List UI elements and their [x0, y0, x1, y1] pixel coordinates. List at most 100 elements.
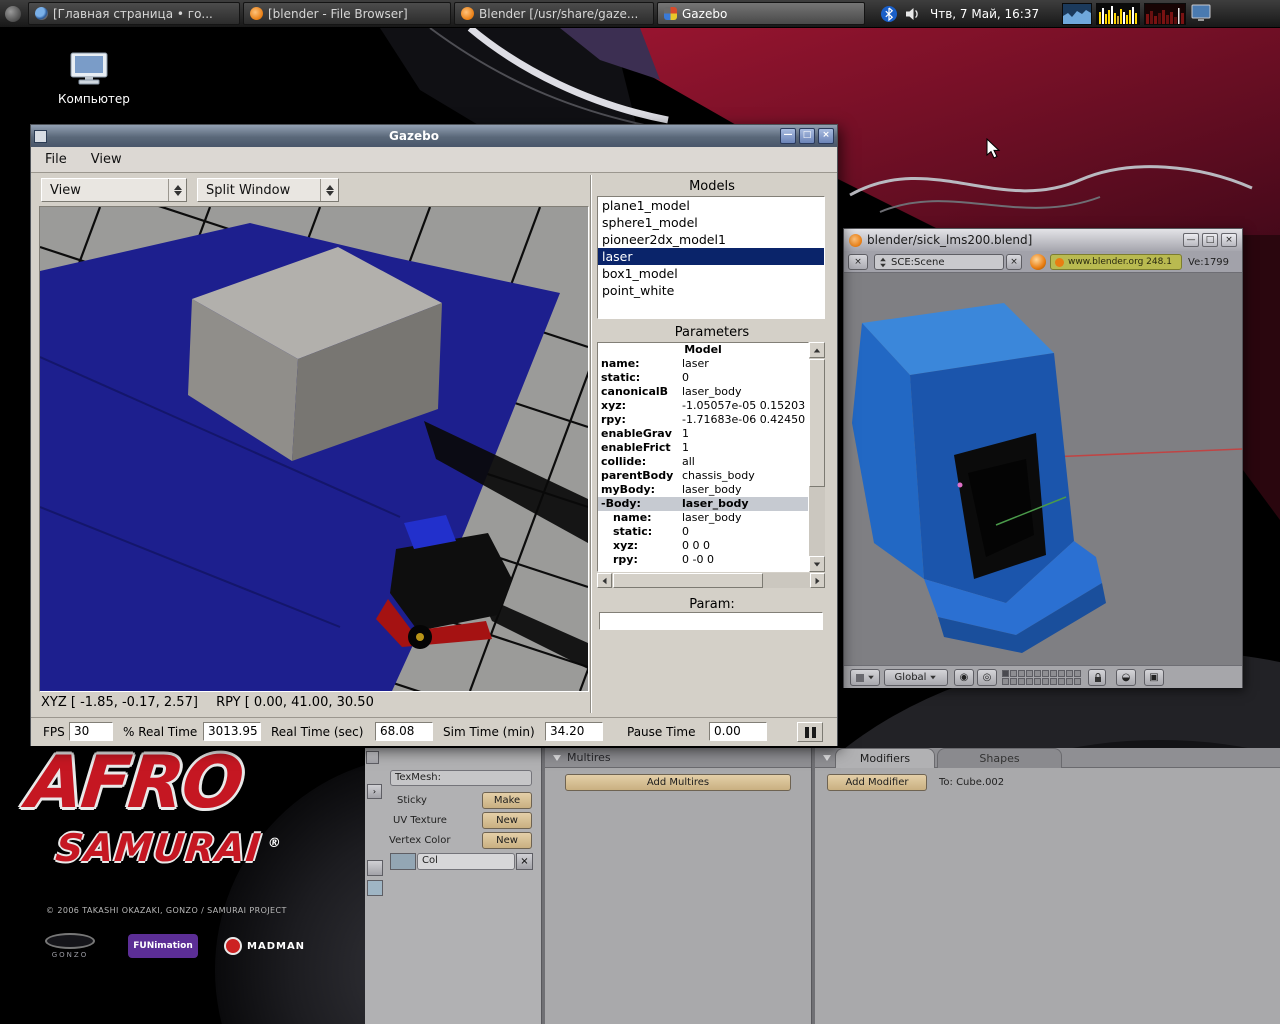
gazebo-close-button[interactable]: × [818, 128, 834, 144]
panel-collapse-icon[interactable] [553, 755, 561, 761]
gazebo-titlebar[interactable]: Gazebo — □ × [31, 125, 837, 147]
model-list-item[interactable]: plane1_model [598, 197, 824, 214]
pause-time-field[interactable]: 0.00 [709, 722, 767, 741]
computer-icon-label: Компьютер [58, 92, 120, 106]
blender-header-close-button[interactable]: × [848, 254, 868, 270]
blender-titlebar[interactable]: blender/sick_lms200.blend] — □ × [844, 229, 1242, 251]
make-sticky-button[interactable]: Make [482, 792, 532, 809]
gazebo-minimize-button[interactable]: — [780, 128, 796, 144]
cpu-graph-applet[interactable] [1062, 3, 1092, 25]
scene-delete-button[interactable]: × [1006, 254, 1022, 270]
pause-button[interactable] [797, 722, 823, 742]
scroll-down-button[interactable] [809, 556, 825, 572]
model-list-item[interactable]: point_white [598, 282, 824, 299]
param-row[interactable]: xyz:-1.05057e-05 0.15203 [598, 399, 808, 413]
applications-menu-icon[interactable] [5, 6, 21, 22]
panel-expand-button[interactable]: › [367, 784, 382, 799]
memory-graph-applet[interactable] [1144, 3, 1186, 25]
param-row[interactable]: collide:all [598, 455, 808, 469]
taskbar-button-gazebo[interactable]: Gazebo [657, 2, 865, 25]
add-modifier-button[interactable]: Add Modifier [827, 774, 927, 791]
param-row[interactable]: static:0 [598, 525, 808, 539]
param-row[interactable]: static:0 [598, 371, 808, 385]
param-row[interactable]: parentBodychassis_body [598, 469, 808, 483]
param-input[interactable] [599, 612, 823, 630]
snap-icon-button[interactable]: ◒ [1116, 669, 1136, 686]
scroll-thumb[interactable] [809, 359, 825, 487]
gazebo-maximize-button[interactable]: □ [799, 128, 815, 144]
new-vertex-color-button[interactable]: New [482, 832, 532, 849]
taskbar-button-file-browser[interactable]: [blender - File Browser] [243, 2, 451, 25]
layer-buttons[interactable] [1002, 670, 1081, 685]
scroll-thumb[interactable] [613, 573, 763, 588]
blender-info-icon [1055, 258, 1064, 267]
clock[interactable]: Чтв, 7 Май, 16:37 [930, 7, 1048, 21]
panel-tab-icon[interactable] [366, 751, 379, 764]
scene-selector[interactable]: SCE:Scene [874, 254, 1004, 270]
volume-icon[interactable] [904, 5, 922, 23]
side-tool-button-2[interactable] [367, 880, 383, 896]
texmesh-field[interactable]: TexMesh: [390, 770, 532, 786]
param-row[interactable]: rpy:0 -0 0 [598, 553, 808, 567]
menu-file[interactable]: File [45, 152, 67, 167]
manipulator-icon-button[interactable]: ◉ [954, 669, 974, 686]
blender-close-button[interactable]: × [1221, 233, 1237, 247]
taskbar-button-firefox[interactable]: [Главная страница • го... [28, 2, 240, 25]
blender-maximize-button[interactable]: □ [1202, 233, 1218, 247]
render-preview-icon-button[interactable]: ▣ [1144, 669, 1164, 686]
display-applet-icon[interactable] [1190, 3, 1212, 25]
param-row[interactable]: xyz:0 0 0 [598, 539, 808, 553]
param-row[interactable]: canonicalBlaser_body [598, 385, 808, 399]
col-name-field[interactable]: Col [417, 853, 515, 870]
real-time-pct-field[interactable]: 3013.95 [203, 722, 261, 741]
model-list-item[interactable]: box1_model [598, 265, 824, 282]
pane-separator[interactable] [590, 175, 592, 713]
new-uv-texture-button[interactable]: New [482, 812, 532, 829]
tab-shapes[interactable]: Shapes [937, 748, 1062, 768]
panel-collapse-icon[interactable] [823, 755, 831, 761]
modifier-target-label: To: Cube.002 [939, 777, 1004, 788]
load-graph-applet[interactable] [1096, 3, 1140, 25]
menu-view[interactable]: View [91, 152, 122, 167]
blender-minimize-button[interactable]: — [1183, 233, 1199, 247]
scroll-right-button[interactable] [810, 573, 825, 588]
param-row[interactable]: myBody:laser_body [598, 483, 808, 497]
real-time-label: Real Time (sec) [271, 725, 363, 739]
scroll-up-button[interactable] [809, 342, 825, 358]
col-delete-button[interactable]: × [516, 853, 533, 870]
param-row[interactable]: rpy:-1.71683e-06 0.42450 [598, 413, 808, 427]
fps-field[interactable]: 30 [69, 722, 113, 741]
model-list-item[interactable]: sphere1_model [598, 214, 824, 231]
taskbar-button-label: [Главная страница • го... [53, 7, 213, 21]
param-row-highlighted[interactable]: -Body:laser_body [598, 497, 808, 511]
orientation-dropdown[interactable]: Global [884, 669, 948, 686]
split-window-combo[interactable]: Split Window [197, 178, 339, 202]
blender-url-badge: www.blender.org 248.1 [1050, 254, 1182, 270]
param-row[interactable]: enableFrict1 [598, 441, 808, 455]
taskbar-button-blender[interactable]: Blender [/usr/share/gaze... [454, 2, 654, 25]
multires-panel-header[interactable]: Multires [545, 748, 811, 768]
viewport-mode-dropdown[interactable] [850, 669, 880, 686]
param-row[interactable]: name:laser_body [598, 511, 808, 525]
side-tool-button-1[interactable] [367, 860, 383, 876]
real-time-field[interactable]: 68.08 [375, 722, 433, 741]
rotation-icon-button[interactable]: ◎ [977, 669, 997, 686]
add-multires-button[interactable]: Add Multires [565, 774, 791, 791]
param-row[interactable]: name:laser [598, 357, 808, 371]
blender-3d-viewport[interactable] [844, 273, 1242, 665]
parameters-vertical-scrollbar[interactable] [809, 342, 825, 572]
model-list-item-selected[interactable]: laser [598, 248, 824, 265]
scroll-left-button[interactable] [597, 573, 612, 588]
sim-time-field[interactable]: 34.20 [545, 722, 603, 741]
gazebo-3d-viewport[interactable] [39, 206, 589, 692]
lock-icon-button[interactable] [1088, 669, 1106, 686]
computer-desktop-icon[interactable]: Компьютер [58, 52, 120, 106]
bluetooth-icon[interactable] [880, 5, 898, 23]
tab-modifiers[interactable]: Modifiers [835, 748, 935, 768]
model-list-item[interactable]: pioneer2dx_model1 [598, 231, 824, 248]
parameters-horizontal-scrollbar[interactable] [597, 573, 825, 588]
view-combo[interactable]: View [41, 178, 187, 202]
param-row[interactable]: enableGrav1 [598, 427, 808, 441]
col-type-icon-button[interactable] [390, 853, 416, 870]
registered-mark: ® [267, 837, 283, 852]
